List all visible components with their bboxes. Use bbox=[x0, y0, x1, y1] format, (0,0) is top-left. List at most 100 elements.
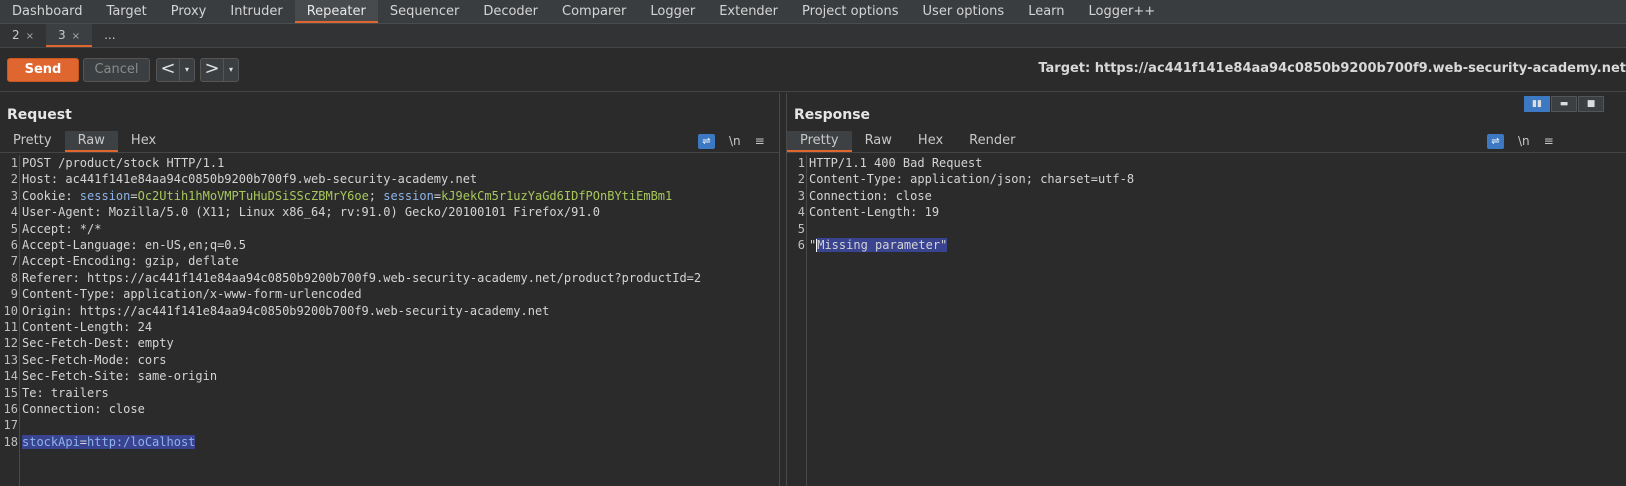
code-text: User-Agent: Mozilla/5.0 (X11; Linux x86_… bbox=[22, 205, 600, 220]
response-pane: ▮▮ ▬ ■ Response Pretty Raw Hex Render ⇌ … bbox=[786, 93, 1626, 486]
cookie-value: kJ9ekCm5r1uzYaGd6IDfPOnBYtiEmBm1 bbox=[441, 188, 673, 203]
line-number: 11 bbox=[3, 320, 18, 334]
body-param-line: stockApi=http:/loCalhost bbox=[22, 434, 196, 450]
repeater-tab-3[interactable]: 3 × bbox=[46, 24, 93, 47]
line-number: 10 bbox=[3, 303, 18, 318]
code-text: HTTP/1.1 400 Bad Request bbox=[809, 156, 983, 170]
repeater-tab-more[interactable]: ... bbox=[92, 24, 127, 47]
chevron-down-icon[interactable]: ▾ bbox=[223, 59, 238, 81]
request-view-tabs: Pretty Raw Hex bbox=[0, 131, 779, 153]
response-tab-render[interactable]: Render bbox=[956, 131, 1028, 152]
close-icon[interactable]: × bbox=[72, 31, 80, 42]
code-text: Referer: https://ac441f141e84aa94c0850b9… bbox=[22, 270, 702, 285]
close-icon[interactable]: × bbox=[26, 31, 34, 42]
line-number: 1 bbox=[10, 156, 18, 170]
request-tab-pretty[interactable]: Pretty bbox=[0, 131, 65, 152]
param-value: http:/loCalhost bbox=[87, 434, 196, 449]
line-number: 4 bbox=[10, 205, 18, 220]
response-title: Response bbox=[794, 107, 871, 123]
main-tab-dashboard[interactable]: Dashboard bbox=[0, 0, 95, 23]
line-number: 15 bbox=[3, 385, 18, 400]
line-number: 18 bbox=[3, 434, 18, 449]
request-editor-icons: ⇌ \n ≡ bbox=[698, 131, 765, 151]
line-number: 4 bbox=[797, 205, 805, 220]
chevron-down-icon[interactable]: ▾ bbox=[179, 59, 194, 81]
line-number: 5 bbox=[797, 221, 805, 236]
main-tab-sequencer[interactable]: Sequencer bbox=[378, 0, 471, 23]
param-equals: = bbox=[79, 434, 88, 449]
repeater-tab-2[interactable]: 2 × bbox=[0, 24, 46, 47]
line-number: 1 bbox=[797, 156, 805, 170]
code-text: Content-Length: 24 bbox=[22, 320, 153, 334]
main-tab-repeater[interactable]: Repeater bbox=[294, 0, 378, 23]
equals: = bbox=[130, 188, 138, 203]
menu-icon[interactable]: ≡ bbox=[1544, 134, 1554, 148]
response-editor[interactable]: 1 HTTP/1.1 400 Bad Request 2 Content-Type: … bbox=[787, 155, 1626, 486]
layout-toggle-group: ▮▮ ▬ ■ bbox=[1524, 96, 1604, 112]
menu-icon[interactable]: ≡ bbox=[755, 134, 765, 148]
cookie-key: session bbox=[383, 188, 434, 203]
selected-text: Missing parameter" bbox=[816, 238, 948, 252]
line-number: 7 bbox=[10, 254, 18, 269]
cookie-key: session bbox=[79, 188, 131, 203]
response-tab-raw[interactable]: Raw bbox=[852, 131, 905, 152]
line-number: 14 bbox=[3, 369, 18, 384]
line-number: 6 bbox=[797, 238, 805, 252]
line-number: 17 bbox=[3, 418, 18, 433]
response-tab-pretty[interactable]: Pretty bbox=[787, 131, 852, 152]
line-number: 13 bbox=[3, 352, 18, 367]
newline-icon[interactable]: \n bbox=[1518, 134, 1530, 148]
more-tabs-label: ... bbox=[104, 28, 116, 42]
main-tab-target[interactable]: Target bbox=[95, 0, 159, 23]
wrap-icon[interactable]: ⇌ bbox=[1487, 133, 1504, 149]
tab-label: 2 bbox=[12, 28, 20, 42]
main-tab-intruder[interactable]: Intruder bbox=[218, 0, 294, 23]
newline-icon[interactable]: \n bbox=[729, 134, 741, 148]
cancel-button[interactable]: Cancel bbox=[83, 58, 150, 82]
line-number: 8 bbox=[10, 270, 18, 285]
request-title: Request bbox=[7, 107, 72, 123]
response-body-text: Missing parameter" bbox=[817, 238, 948, 252]
equals: = bbox=[433, 188, 442, 203]
selected-text: stockApi=http:/loCalhost bbox=[22, 434, 196, 449]
history-forward-group: > ▾ bbox=[200, 58, 239, 82]
request-editor[interactable]: 1 POST /product/stock HTTP/1.1 2 Host: ac44… bbox=[0, 155, 779, 486]
wrap-icon[interactable]: ⇌ bbox=[698, 133, 715, 149]
tab-label: 3 bbox=[58, 28, 66, 42]
line-number: 3 bbox=[10, 188, 18, 203]
tabbed-layout-icon[interactable]: ■ bbox=[1578, 96, 1604, 112]
line-number: 12 bbox=[3, 336, 18, 351]
chevron-left-icon[interactable]: < bbox=[157, 59, 179, 81]
code-text: Sec-Fetch-Mode: cors bbox=[22, 352, 167, 367]
response-tab-hex[interactable]: Hex bbox=[905, 131, 956, 152]
main-tab-project-options[interactable]: Project options bbox=[790, 0, 911, 23]
main-tab-logger[interactable]: Logger bbox=[638, 0, 707, 23]
side-by-side-layout-icon[interactable]: ▮▮ bbox=[1524, 96, 1550, 112]
code-text: Accept-Language: en-US,en;q=0.5 bbox=[22, 238, 246, 252]
request-pane: Request Pretty Raw Hex ⇌ \n ≡ 1 POST /pro… bbox=[0, 93, 780, 486]
request-tab-raw[interactable]: Raw bbox=[64, 131, 118, 152]
main-tab-logger-[interactable]: Logger++ bbox=[1077, 0, 1168, 23]
stacked-layout-icon[interactable]: ▬ bbox=[1551, 96, 1577, 112]
line-number: 5 bbox=[10, 221, 18, 236]
code-text: Te: trailers bbox=[22, 385, 109, 400]
main-tab-learn[interactable]: Learn bbox=[1016, 0, 1076, 23]
param-key: stockApi bbox=[22, 434, 80, 449]
cookie-separator: ; bbox=[368, 188, 384, 203]
main-tab-extender[interactable]: Extender bbox=[707, 0, 790, 23]
main-tab-bar: Dashboard Target Proxy Intruder Repeater Sequ… bbox=[0, 0, 1626, 24]
code-text: Content-Length: 19 bbox=[809, 205, 940, 220]
cookie-prefix: Cookie: bbox=[22, 188, 80, 203]
cookie-header-line: Cookie: session=Oc2Utih1hMoVMPTuHuDSiSSc… bbox=[22, 188, 672, 204]
main-tab-proxy[interactable]: Proxy bbox=[159, 0, 219, 23]
main-tab-user-options[interactable]: User options bbox=[911, 0, 1017, 23]
code-text: Connection: close bbox=[809, 188, 932, 203]
chevron-right-icon[interactable]: > bbox=[201, 59, 223, 81]
request-tab-hex[interactable]: Hex bbox=[118, 131, 169, 152]
main-tab-comparer[interactable]: Comparer bbox=[550, 0, 638, 23]
code-text: Sec-Fetch-Dest: empty bbox=[22, 336, 174, 351]
code-text: Accept: */* bbox=[22, 221, 102, 236]
main-tab-decoder[interactable]: Decoder bbox=[471, 0, 550, 23]
target-label[interactable]: Target: https://ac441f141e84aa94c0850b92… bbox=[1038, 61, 1626, 76]
send-button[interactable]: Send bbox=[7, 58, 79, 82]
